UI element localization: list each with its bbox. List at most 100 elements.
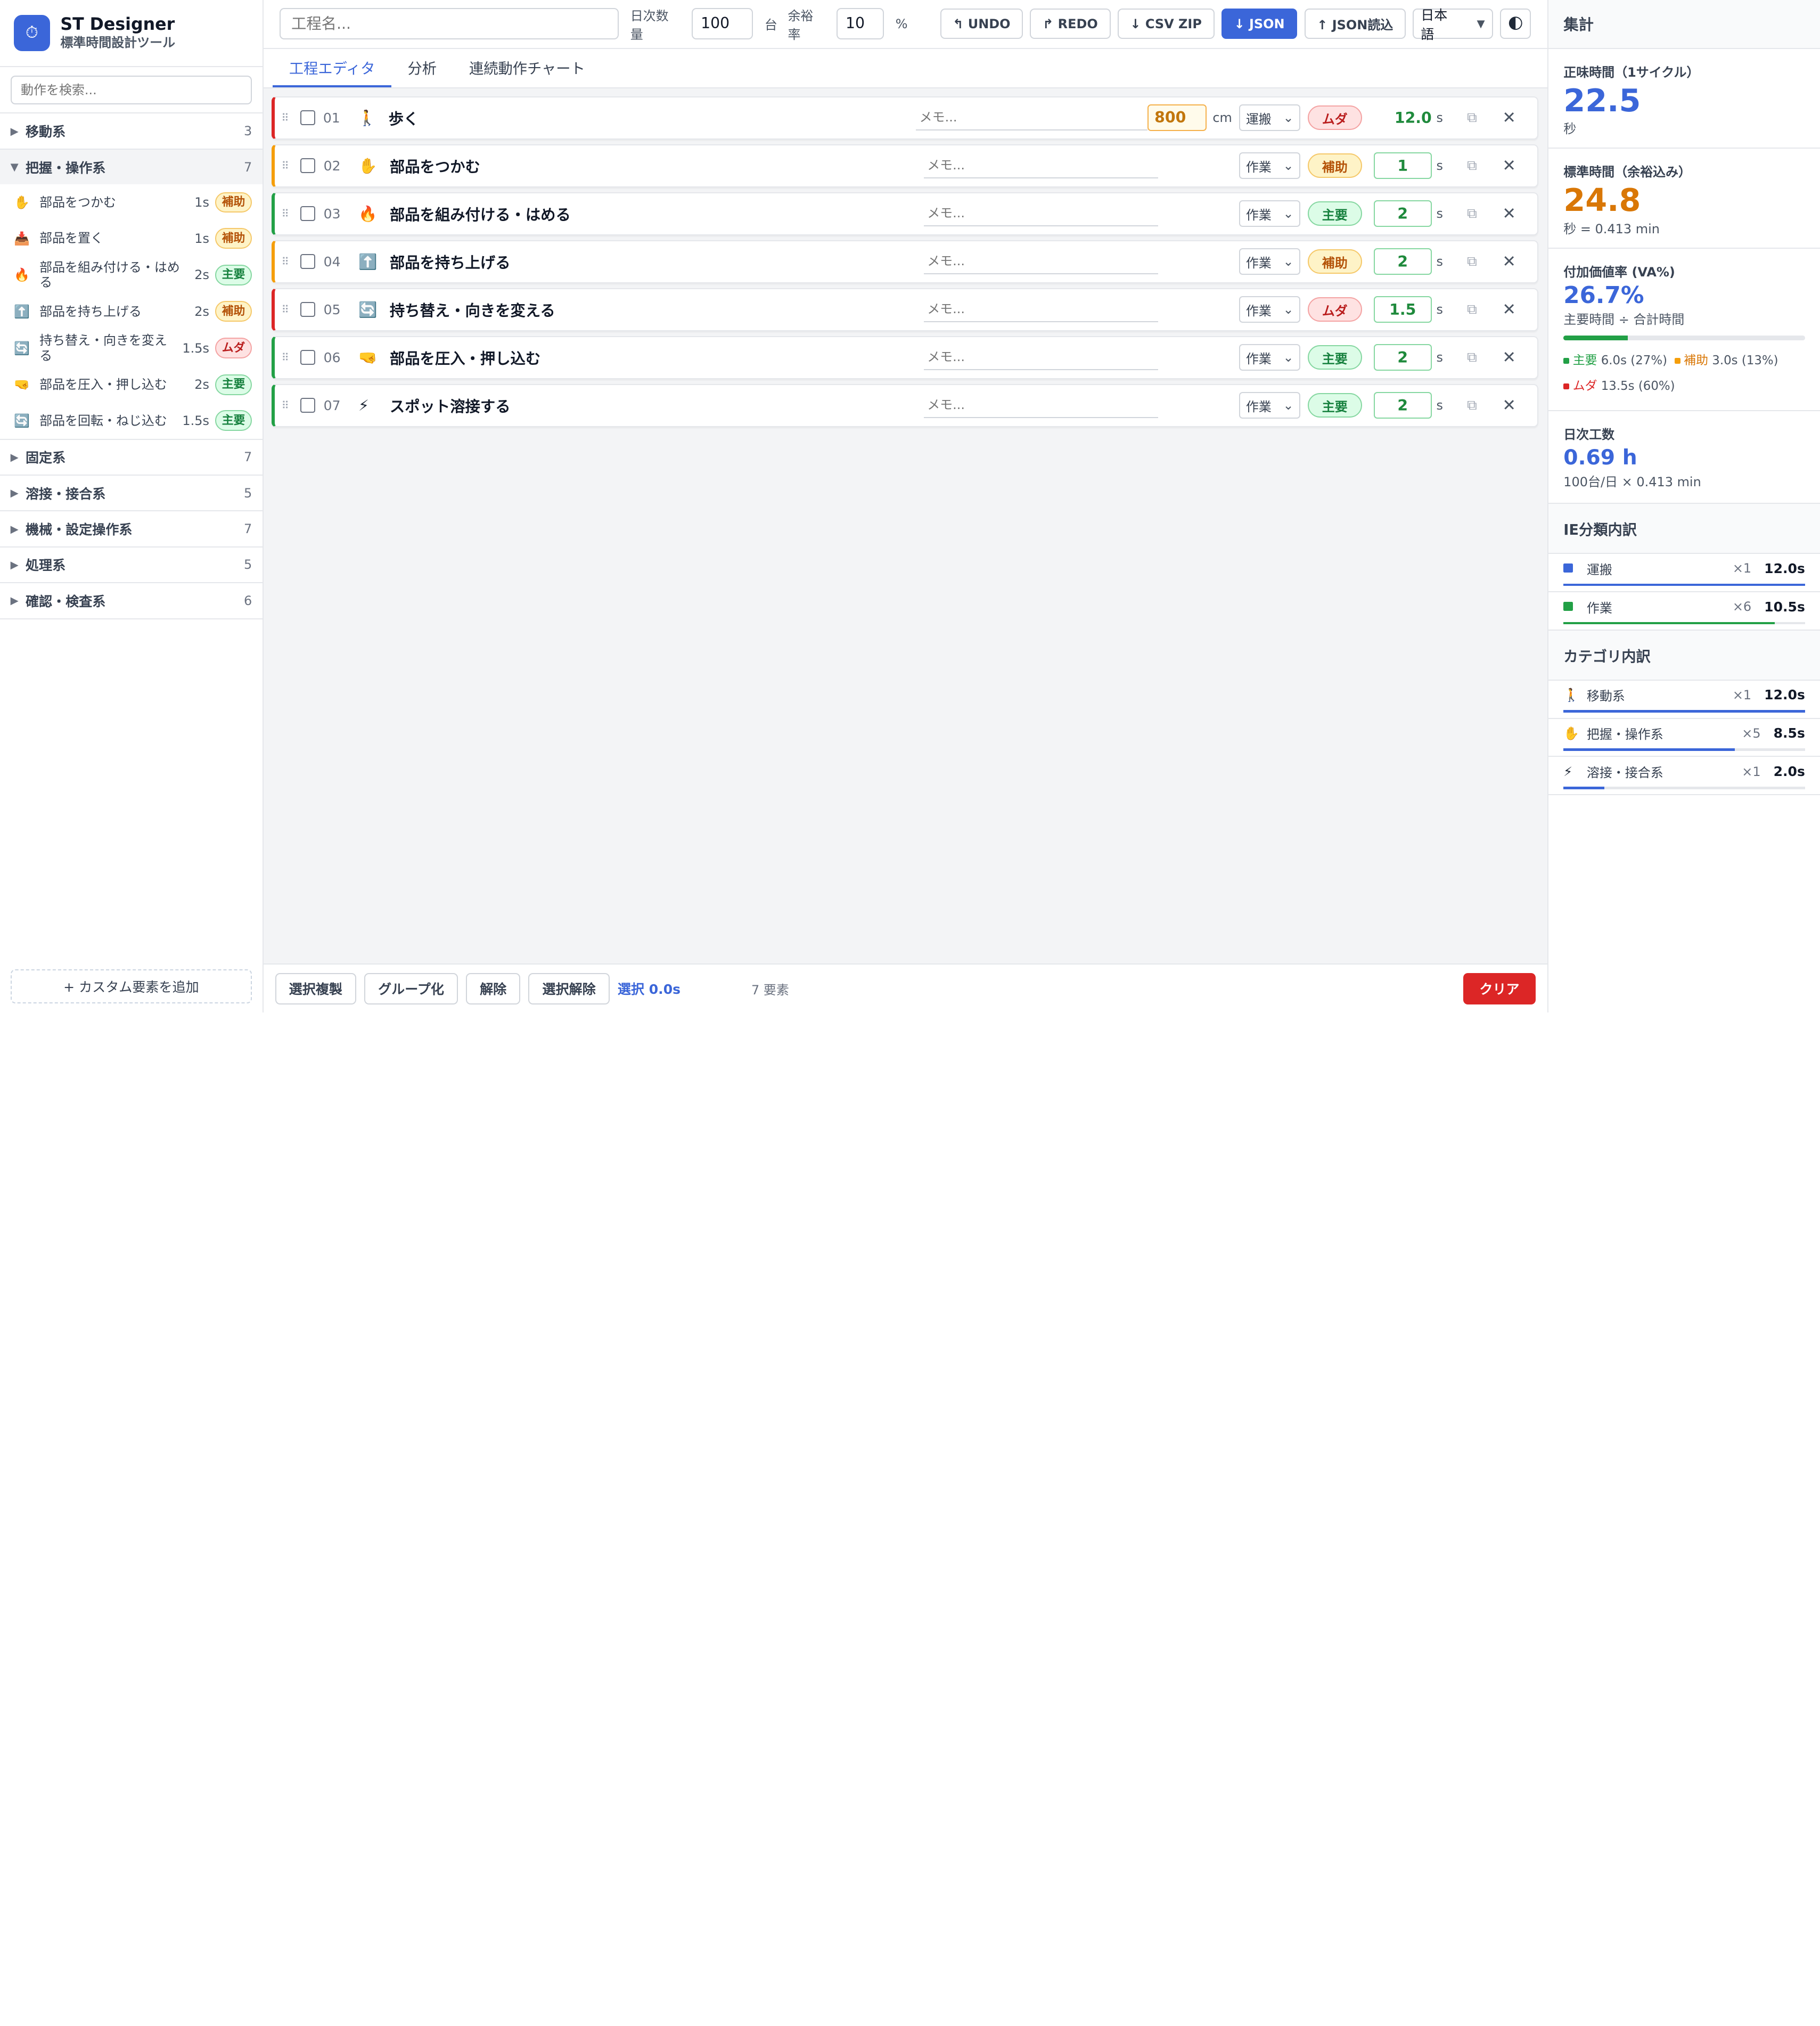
ie-type-select[interactable]: 作業 ⌄ — [1239, 200, 1301, 227]
drag-handle-icon[interactable]: ⠿ — [275, 399, 296, 412]
daily-quantity-input[interactable]: 100 — [691, 8, 753, 40]
class-badge[interactable]: 主要 — [1307, 345, 1362, 370]
duplicate-icon[interactable]: ⧉ — [1459, 158, 1485, 174]
clear-button[interactable]: クリア — [1463, 973, 1536, 1004]
delete-icon[interactable]: ✕ — [1496, 157, 1522, 175]
step-memo-input[interactable] — [916, 105, 1148, 131]
ungroup-button[interactable]: 解除 — [466, 973, 521, 1004]
json-export-button[interactable]: ↓ JSON — [1221, 9, 1298, 39]
sidebar-action-item[interactable]: 🔄 持ち替え・向きを変える 1.5s ムダ — [0, 330, 263, 367]
step-checkbox[interactable] — [300, 302, 316, 317]
step-checkbox[interactable] — [300, 254, 316, 269]
category-count: 7 — [244, 159, 252, 175]
step-memo-input[interactable] — [923, 153, 1159, 179]
duplicate-icon[interactable]: ⧉ — [1459, 206, 1485, 222]
category-header[interactable]: ▶ 移動系 3 — [0, 113, 263, 148]
redo-button[interactable]: ↱ REDO — [1030, 9, 1111, 39]
tab-process-editor[interactable]: 工程エディタ — [273, 49, 391, 87]
distance-input[interactable]: 800 — [1147, 104, 1207, 132]
step-memo-input[interactable] — [923, 201, 1159, 227]
category-name: 固定系 — [25, 450, 66, 466]
ie-type-select[interactable]: 作業 ⌄ — [1239, 152, 1301, 179]
sidebar-action-item[interactable]: ⬆️ 部品を持ち上げる 2s 補助 — [0, 293, 263, 330]
time-input[interactable]: 1.5 — [1373, 296, 1432, 323]
ie-type-select[interactable]: 作業 ⌄ — [1239, 248, 1301, 275]
class-badge[interactable]: ムダ — [1307, 297, 1362, 322]
category-header[interactable]: ▶ 処理系 5 — [0, 548, 263, 582]
step-memo-input[interactable] — [923, 393, 1159, 419]
class-badge[interactable]: 補助 — [1307, 153, 1362, 178]
class-badge[interactable]: 補助 — [1307, 249, 1362, 274]
delete-icon[interactable]: ✕ — [1496, 300, 1522, 319]
class-badge[interactable]: ムダ — [1307, 105, 1362, 130]
duplicate-icon[interactable]: ⧉ — [1459, 301, 1485, 318]
step-memo-input[interactable] — [923, 297, 1159, 323]
step-row[interactable]: ⠿ 01 🚶 歩く 800 cm 運搬 ⌄ ムダ 12.0s ⧉ ✕ — [272, 96, 1538, 140]
drag-handle-icon[interactable]: ⠿ — [275, 160, 296, 172]
tab-sequence-chart[interactable]: 連続動作チャート — [453, 49, 601, 87]
step-row[interactable]: ⠿ 07 ⚡ スポット溶接する 作業 ⌄ 主要 2s ⧉ ✕ — [272, 384, 1538, 427]
delete-icon[interactable]: ✕ — [1496, 396, 1522, 415]
drag-handle-icon[interactable]: ⠿ — [275, 256, 296, 268]
time-input[interactable]: 2 — [1373, 248, 1432, 275]
delete-icon[interactable]: ✕ — [1496, 348, 1522, 367]
category-header[interactable]: ▼ 把握・操作系 7 — [0, 149, 263, 185]
deselect-button[interactable]: 選択解除 — [528, 973, 610, 1004]
sidebar-action-item[interactable]: 🔄 部品を回転・ねじ込む 1.5s 主要 — [0, 403, 263, 439]
tab-analysis[interactable]: 分析 — [391, 49, 453, 87]
step-row[interactable]: ⠿ 04 ⬆️ 部品を持ち上げる 作業 ⌄ 補助 2s ⧉ ✕ — [272, 240, 1538, 283]
duplicate-selection-button[interactable]: 選択複製 — [275, 973, 356, 1004]
action-search-input[interactable] — [10, 75, 252, 105]
ie-type-select[interactable]: 作業 ⌄ — [1239, 344, 1301, 371]
sidebar-action-item[interactable]: ✋ 部品をつかむ 1s 補助 — [0, 184, 263, 220]
delete-icon[interactable]: ✕ — [1496, 205, 1522, 223]
delete-icon[interactable]: ✕ — [1496, 252, 1522, 271]
json-import-button[interactable]: ↑ JSON読込 — [1304, 9, 1406, 39]
group-button[interactable]: グループ化 — [364, 973, 458, 1004]
sidebar-action-item[interactable]: 🤜 部品を圧入・押し込む 2s 主要 — [0, 366, 263, 403]
category-header[interactable]: ▶ 機械・設定操作系 7 — [0, 511, 263, 546]
time-input[interactable]: 2 — [1373, 200, 1432, 227]
category-header[interactable]: ▶ 固定系 7 — [0, 440, 263, 475]
undo-button[interactable]: ↰ UNDO — [940, 9, 1023, 39]
step-row[interactable]: ⠿ 03 🔥 部品を組み付ける・はめる 作業 ⌄ 主要 2s ⧉ ✕ — [272, 192, 1538, 235]
duplicate-icon[interactable]: ⧉ — [1459, 254, 1485, 270]
step-checkbox[interactable] — [300, 398, 316, 413]
category-header[interactable]: ▶ 確認・検査系 6 — [0, 583, 263, 618]
ie-type-select[interactable]: 作業 ⌄ — [1239, 296, 1301, 323]
step-checkbox[interactable] — [300, 110, 315, 126]
duplicate-icon[interactable]: ⧉ — [1459, 110, 1485, 126]
step-row[interactable]: ⠿ 06 🤜 部品を圧入・押し込む 作業 ⌄ 主要 2s ⧉ ✕ — [272, 336, 1538, 379]
theme-toggle-icon[interactable]: 🌓 — [1499, 9, 1531, 39]
duplicate-icon[interactable]: ⧉ — [1459, 349, 1485, 366]
time-input[interactable]: 1 — [1373, 152, 1432, 179]
step-checkbox[interactable] — [300, 206, 316, 222]
delete-icon[interactable]: ✕ — [1496, 109, 1522, 127]
ie-type-select[interactable]: 作業 ⌄ — [1239, 392, 1301, 419]
add-custom-element-button[interactable]: + カスタム要素を追加 — [10, 969, 252, 1003]
category-header[interactable]: ▶ 溶接・接合系 5 — [0, 476, 263, 510]
step-memo-input[interactable] — [923, 345, 1159, 371]
time-input[interactable]: 2 — [1373, 392, 1432, 419]
sidebar-action-item[interactable]: 📥 部品を置く 1s 補助 — [0, 220, 263, 257]
drag-handle-icon[interactable]: ⠿ — [275, 304, 296, 316]
action-icon: 🔄 — [14, 340, 30, 356]
drag-handle-icon[interactable]: ⠿ — [275, 352, 296, 364]
time-input[interactable]: 2 — [1373, 344, 1432, 371]
class-badge[interactable]: 主要 — [1307, 393, 1362, 418]
step-row[interactable]: ⠿ 05 🔄 持ち替え・向きを変える 作業 ⌄ ムダ 1.5 s ⧉ ✕ — [272, 288, 1538, 331]
ie-type-select[interactable]: 運搬 ⌄ — [1239, 104, 1301, 132]
step-row[interactable]: ⠿ 02 ✋ 部品をつかむ 作業 ⌄ 補助 1s ⧉ ✕ — [272, 144, 1538, 187]
sidebar-action-item[interactable]: 🔥 部品を組み付ける・はめる 2s 主要 — [0, 256, 263, 293]
class-badge[interactable]: 主要 — [1307, 201, 1362, 226]
drag-handle-icon[interactable]: ⠿ — [275, 112, 296, 124]
process-name-input[interactable] — [280, 8, 619, 40]
language-select[interactable]: 日本語 ▼ — [1413, 7, 1493, 42]
duplicate-icon[interactable]: ⧉ — [1459, 397, 1485, 414]
step-memo-input[interactable] — [923, 249, 1159, 275]
step-checkbox[interactable] — [300, 158, 316, 174]
step-checkbox[interactable] — [300, 350, 316, 365]
csv-zip-button[interactable]: ↓ CSV ZIP — [1117, 9, 1215, 39]
allowance-input[interactable]: 10 — [836, 8, 884, 40]
drag-handle-icon[interactable]: ⠿ — [275, 208, 296, 220]
